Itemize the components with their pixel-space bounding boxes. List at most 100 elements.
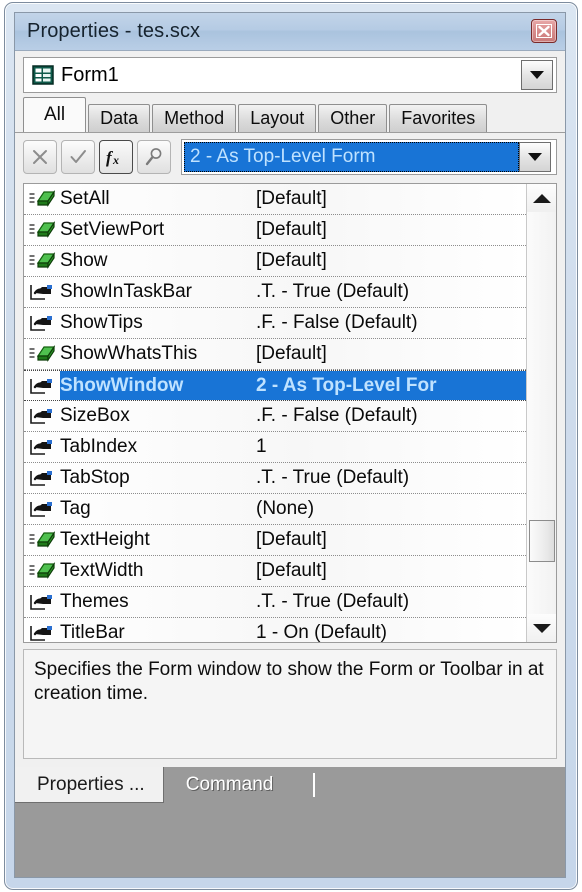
property-edit-toolbar: f x 2 - As Top-Level Form xyxy=(15,133,565,181)
property-row[interactable]: SetViewPort [Default] xyxy=(24,215,526,246)
property-name: Themes xyxy=(60,591,129,612)
method-icon xyxy=(29,344,55,364)
property-value: .F. - False (Default) xyxy=(256,312,418,333)
tab-other[interactable]: Other xyxy=(318,104,388,132)
property-row[interactable]: SetAll [Default] xyxy=(24,184,526,215)
property-name: TabStop xyxy=(60,467,130,488)
property-value: .F. - False (Default) xyxy=(256,405,418,426)
property-value: [Default] xyxy=(256,529,327,550)
tab-data[interactable]: Data xyxy=(88,104,151,132)
property-name: ShowInTaskBar xyxy=(60,281,193,302)
property-name: Tag xyxy=(60,498,91,519)
scroll-up-glyph xyxy=(533,193,551,203)
tab-favorites-label: Favorites xyxy=(401,108,476,128)
property-icon xyxy=(29,406,55,426)
property-name: TitleBar xyxy=(60,622,125,642)
property-value: (None) xyxy=(256,498,315,519)
accept-edit-button[interactable] xyxy=(61,140,95,174)
property-row[interactable]: TabStop .T. - True (Default) xyxy=(24,463,526,494)
tab-favorites[interactable]: Favorites xyxy=(389,104,488,132)
method-icon xyxy=(29,530,55,550)
object-combo[interactable]: Form1 xyxy=(23,57,557,93)
property-row[interactable]: ShowWhatsThis [Default] xyxy=(24,339,526,370)
method-icon-glyph xyxy=(29,531,55,548)
property-row[interactable]: Themes .T. - True (Default) xyxy=(24,587,526,618)
property-value-editor[interactable]: 2 - As Top-Level Form xyxy=(181,139,557,175)
property-icon xyxy=(29,437,55,457)
tab-method[interactable]: Method xyxy=(152,104,237,132)
property-row[interactable]: ShowTips .F. - False (Default) xyxy=(24,308,526,339)
property-value: [Default] xyxy=(256,560,327,581)
tab-layout-label: Layout xyxy=(250,108,305,128)
property-value-selection[interactable]: 2 - As Top-Level Form xyxy=(184,142,519,172)
property-value-text: 2 - As Top-Level Form xyxy=(190,146,376,167)
property-icon-glyph xyxy=(30,595,52,610)
property-value: [Default] xyxy=(256,219,327,240)
property-name: ShowWhatsThis xyxy=(60,343,198,364)
property-icon-glyph xyxy=(30,440,52,455)
property-icon-glyph xyxy=(30,471,52,486)
property-value: 2 - As Top-Level For xyxy=(256,374,437,396)
property-row[interactable]: ShowInTaskBar .T. - True (Default) xyxy=(24,277,526,308)
property-value: 1 - On (Default) xyxy=(256,622,387,642)
property-list-scrollbar[interactable] xyxy=(526,184,556,642)
property-name: ShowWindow xyxy=(60,374,184,396)
dock-tab-command[interactable]: Command xyxy=(164,767,292,803)
property-value: [Default] xyxy=(256,343,327,364)
property-icon-glyph xyxy=(30,378,52,394)
property-row[interactable]: SizeBox .F. - False (Default) xyxy=(24,401,526,432)
property-row[interactable]: TitleBar 1 - On (Default) xyxy=(24,618,526,642)
dock-tabbar: Properties ... Command xyxy=(15,767,565,877)
property-name: TextHeight xyxy=(60,529,150,550)
object-combo-dropdown-button[interactable] xyxy=(521,60,553,90)
window-titlebar[interactable]: Properties - tes.scx xyxy=(15,13,565,51)
magnifier-icon xyxy=(145,148,162,166)
close-icon[interactable] xyxy=(531,19,557,43)
property-value: .T. - True (Default) xyxy=(256,591,410,612)
tab-all-label: All xyxy=(44,104,66,125)
property-icon-glyph xyxy=(30,285,52,300)
property-icon xyxy=(29,623,55,642)
property-icon xyxy=(29,592,55,612)
property-name: ShowTips xyxy=(60,312,143,333)
method-icon-glyph xyxy=(29,345,55,362)
function-button[interactable]: f x xyxy=(99,140,133,174)
property-row[interactable]: Tag (None) xyxy=(24,494,526,525)
close-x-glyph xyxy=(536,24,552,38)
property-row[interactable]: Show [Default] xyxy=(24,246,526,277)
property-row[interactable]: ShowWindow 2 - As Top-Level For xyxy=(24,370,526,401)
property-name: SizeBox xyxy=(60,405,130,426)
scroll-up-arrow-icon[interactable] xyxy=(527,184,556,212)
property-row[interactable]: TabIndex 1 xyxy=(24,432,526,463)
dock-tab-properties[interactable]: Properties ... xyxy=(15,767,164,803)
property-list-container: SetAll [Default] SetViewPort [Default] Show [… xyxy=(23,183,557,643)
properties-window: Properties - tes.scx Form1 All Data Meth… xyxy=(14,12,566,878)
property-icon-glyph xyxy=(30,626,52,641)
scrollbar-thumb[interactable] xyxy=(529,520,555,562)
property-row[interactable]: TextHeight [Default] xyxy=(24,525,526,556)
cancel-edit-button[interactable] xyxy=(23,140,57,174)
property-value: .T. - True (Default) xyxy=(256,281,410,302)
property-list[interactable]: SetAll [Default] SetViewPort [Default] Show [… xyxy=(24,184,526,642)
property-icon xyxy=(29,499,55,519)
property-name: TextWidth xyxy=(60,560,144,581)
property-value-dropdown-button[interactable] xyxy=(519,142,551,172)
property-icon xyxy=(29,468,55,488)
zoom-button[interactable] xyxy=(137,140,171,174)
property-value: .T. - True (Default) xyxy=(256,467,410,488)
object-combo-container: Form1 xyxy=(15,51,565,97)
tab-data-label: Data xyxy=(100,108,139,128)
method-icon-glyph xyxy=(29,252,55,269)
category-tabstrip: All Data Method Layout Other Favorites xyxy=(15,97,565,133)
property-row[interactable]: TextWidth [Default] xyxy=(24,556,526,587)
tab-layout[interactable]: Layout xyxy=(238,104,317,132)
scroll-down-arrow-icon[interactable] xyxy=(527,614,556,642)
tab-all[interactable]: All xyxy=(23,97,87,132)
method-icon-glyph xyxy=(29,221,55,238)
tab-method-label: Method xyxy=(164,108,225,128)
property-icon xyxy=(29,313,55,333)
property-name: TabIndex xyxy=(60,436,138,457)
property-value: 1 xyxy=(256,436,267,457)
x-icon xyxy=(33,150,47,164)
property-name: SetViewPort xyxy=(60,219,165,240)
